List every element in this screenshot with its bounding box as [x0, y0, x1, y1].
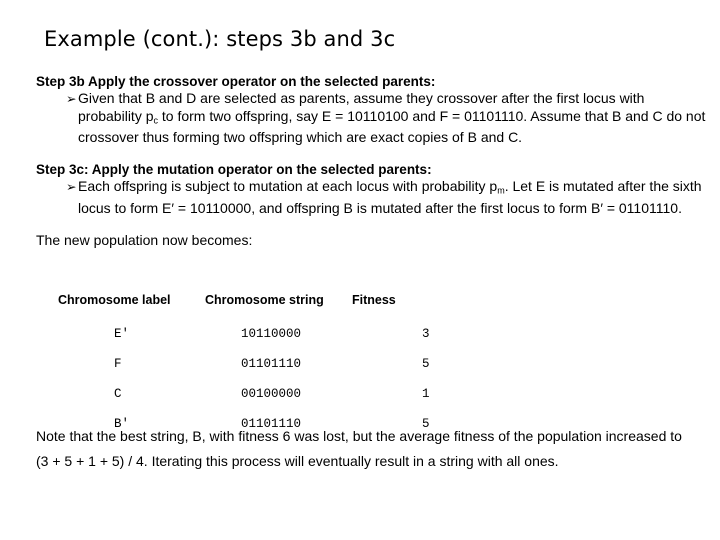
column-header-chromosome-string: Chromosome string [205, 293, 324, 307]
table-row: F 01101110 5 [36, 357, 430, 387]
table-header-row: Chromosome label Chromosome string Fitne… [36, 293, 430, 327]
step-3b-heading: Step 3b Apply the crossover operator on … [36, 74, 436, 89]
cell-fitness: 5 [422, 357, 430, 371]
arrow-bullet-icon: ➢ [66, 91, 77, 106]
page-title: Example (cont.): steps 3b and 3c [44, 27, 396, 51]
cell-chromosome-label: F [114, 357, 122, 371]
new-population-lead: The new population now becomes: [36, 232, 253, 248]
column-header-fitness: Fitness [352, 293, 396, 307]
table-row: C 00100000 1 [36, 387, 430, 417]
cell-chromosome-string: 10110000 [241, 327, 302, 341]
step-3c-text-1: Each offspring is subject to mutation at… [77, 177, 498, 194]
table-row: E′ 10110000 3 [36, 327, 430, 357]
cell-fitness: 1 [422, 387, 430, 401]
step-3b-text-2: to form two offspring, say E = 10110100 … [78, 107, 706, 146]
cell-chromosome-string: 00100000 [241, 387, 302, 401]
column-header-chromosome-label: Chromosome label [58, 293, 171, 307]
cell-fitness: 3 [422, 327, 430, 341]
cell-chromosome-label: E′ [114, 327, 130, 341]
step-3c-heading: Step 3c: Apply the mutation operator on … [36, 161, 432, 177]
closing-paragraph: Note that the best string, B, with fitne… [36, 428, 682, 469]
step-3c-bullet: ➢ Each offspring is subject to mutation a… [66, 178, 712, 217]
cell-chromosome-string: 01101110 [241, 357, 302, 371]
step-3c-subscript-m: m [497, 185, 505, 195]
cell-chromosome-label: C [114, 387, 122, 401]
arrow-bullet-icon: ➢ [66, 178, 77, 194]
slide-canvas: Example (cont.): steps 3b and 3c Step 3b… [0, 0, 720, 540]
step-3b-bullet: ➢ Given that B and D are selected as pare… [66, 90, 712, 147]
slide-body: Step 3b Apply the crossover operator on … [0, 73, 720, 249]
